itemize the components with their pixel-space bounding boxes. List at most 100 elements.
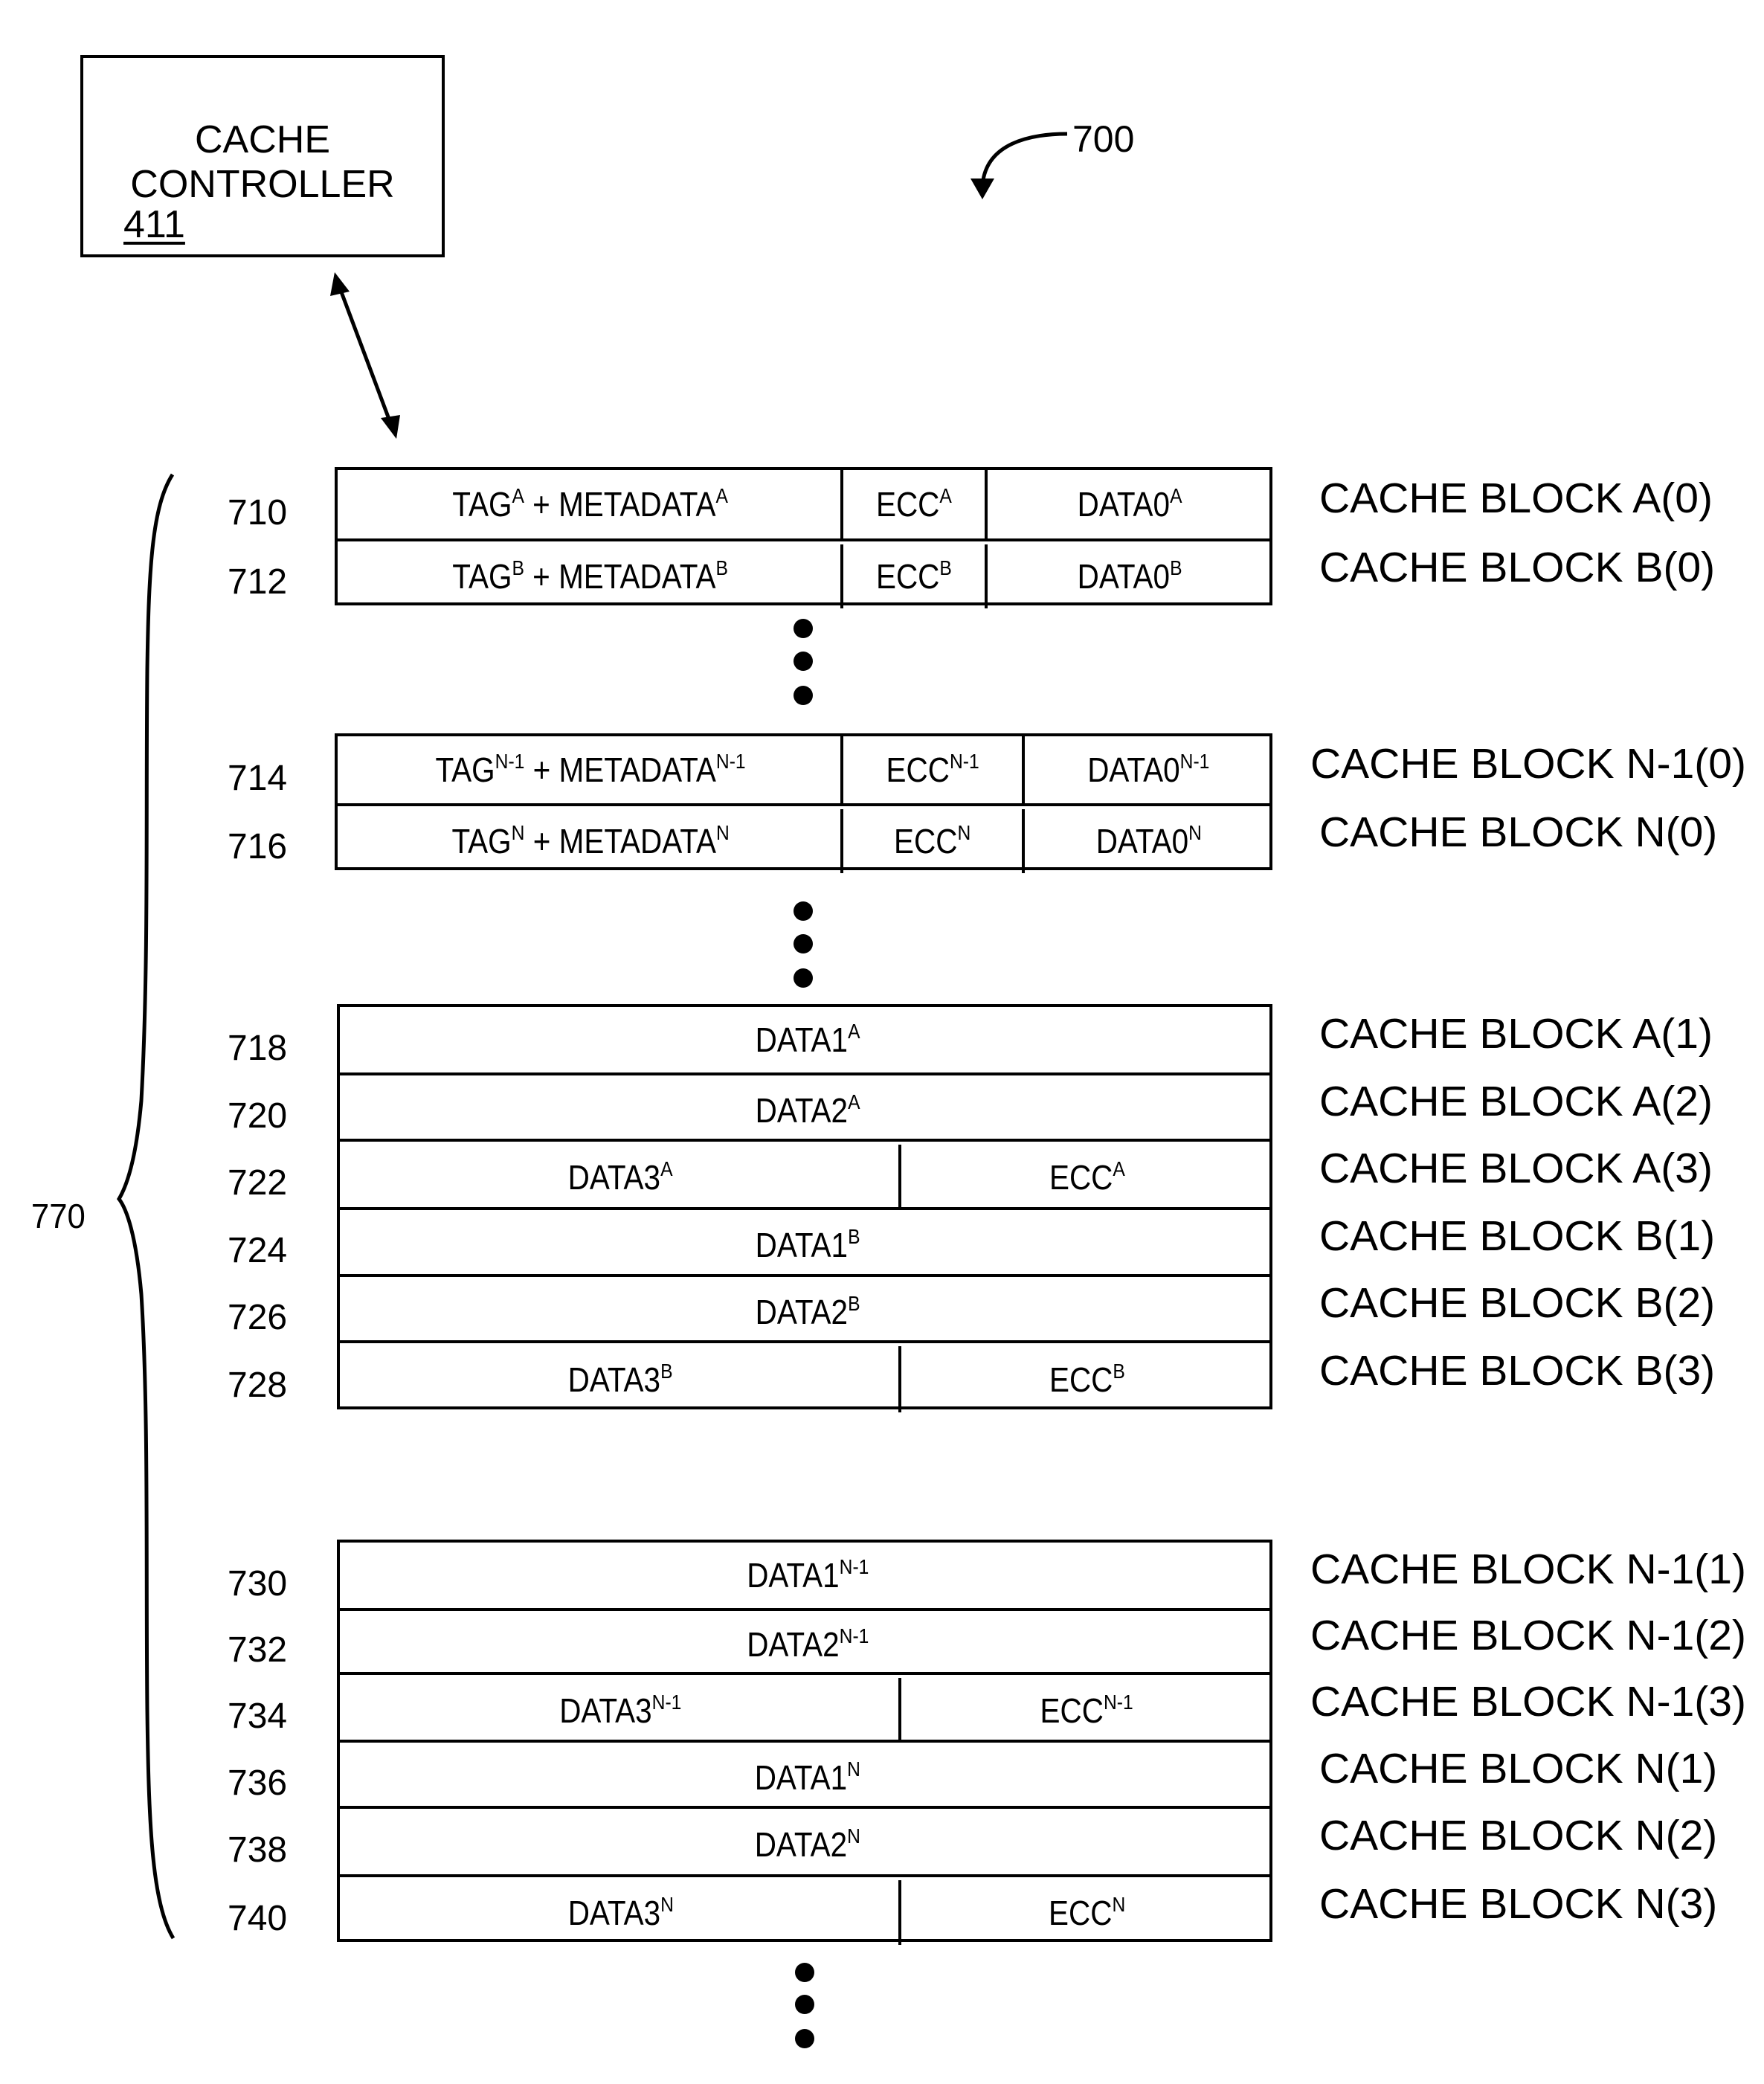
cell-text: DATA3A	[568, 1159, 673, 1195]
cell-text: DATA0N	[1095, 821, 1202, 861]
cache-block-cell: TAGB + METADATAB	[338, 544, 843, 608]
cache-block-cell: DATA3N	[340, 1880, 901, 1945]
cell-main-text: ECC	[1049, 1360, 1113, 1399]
cell-main-text: DATA1	[746, 1556, 840, 1595]
brace-770	[116, 473, 176, 1940]
cell-superscript: B	[715, 556, 729, 579]
row-ref-number: 712	[228, 562, 288, 602]
cache-block-table: DATA1N-1 DATA2N-1 DATA3N-1 ECCN-1 DATA1N DATA…	[337, 1540, 1275, 1945]
cell-main-text: DATA2	[755, 1090, 849, 1130]
cache-block-cell: ECCN	[898, 1880, 1272, 1945]
cell-main-text: + METADATA	[524, 557, 716, 596]
cache-block-cell: TAGN-1 + METADATAN-1	[338, 736, 843, 803]
cache-block-row: DATA3N ECCN	[340, 1874, 1272, 1945]
cell-main-text: DATA2	[755, 1292, 849, 1331]
cell-superscript: N	[660, 1892, 674, 1916]
row-ref-number: 740	[228, 1898, 288, 1938]
cell-main-text: ECC	[876, 485, 940, 524]
cell-text: ECCA	[1049, 1157, 1125, 1197]
cell-superscript: A	[512, 484, 525, 507]
cell-text: ECCN-1	[1040, 1690, 1134, 1730]
cell-superscript: A	[1170, 484, 1182, 507]
cache-block-table: TAGA + METADATAA ECCA DATA0A TAGB + METADAT…	[335, 467, 1272, 608]
cache-block-cell: DATA2N	[340, 1812, 1275, 1877]
cache-block-row: DATA2A	[340, 1072, 1269, 1139]
cache-block-label: CACHE BLOCK N(1)	[1319, 1744, 1718, 1792]
cache-block-label: CACHE BLOCK B(1)	[1319, 1212, 1716, 1260]
cache-block-label: CACHE BLOCK N(3)	[1319, 1879, 1718, 1928]
cell-main-text: ECC	[894, 822, 958, 861]
cell-superscript: A	[715, 484, 729, 507]
cache-block-label: CACHE BLOCK B(0)	[1319, 544, 1716, 591]
ellipsis-dot-icon	[795, 1963, 814, 1982]
cache-block-cell: DATA1B	[340, 1213, 1275, 1277]
cell-superscript: N-1	[1104, 1690, 1134, 1714]
cache-block-label: CACHE BLOCK B(3)	[1319, 1346, 1716, 1395]
cell-text: DATA1N	[754, 1757, 860, 1797]
row-ref-number: 720	[228, 1096, 288, 1136]
cache-block-row: DATA1N	[340, 1740, 1269, 1806]
row-ref-number: 734	[228, 1696, 288, 1736]
cell-superscript: N-1	[495, 750, 525, 773]
cell-main-text: DATA2	[746, 1625, 840, 1664]
cache-block-row: DATA3A ECCA	[340, 1139, 1272, 1210]
cell-superscript: A	[848, 1020, 860, 1043]
cell-superscript: B	[848, 1291, 860, 1315]
cell-text: DATA1B	[755, 1225, 860, 1264]
cache-block-cell: ECCN-1	[898, 1678, 1272, 1743]
cell-superscript: N-1	[839, 1555, 869, 1578]
cache-block-label: CACHE BLOCK B(2)	[1319, 1279, 1716, 1327]
cache-block-cell: DATA0N	[1022, 809, 1272, 873]
cache-block-row: DATA1N-1	[340, 1540, 1269, 1608]
row-ref-number: 710	[228, 493, 288, 533]
cache-block-label: CACHE BLOCK N-1(3)	[1310, 1677, 1746, 1726]
cache-block-cell: ECCN	[840, 809, 1022, 873]
cache-block-label: CACHE BLOCK A(3)	[1319, 1145, 1713, 1192]
cache-block-cell: ECCA	[898, 1145, 1272, 1210]
row-ref-number: 718	[228, 1029, 288, 1068]
cache-block-label: CACHE BLOCK N-1(1)	[1310, 1546, 1746, 1593]
cell-main-text: ECC	[1049, 1158, 1113, 1197]
cell-superscript: B	[1113, 1359, 1125, 1383]
cell-main-text: DATA1	[754, 1757, 848, 1797]
cell-text: DATA2N-1	[746, 1625, 869, 1664]
cell-text: ECCN	[894, 822, 970, 861]
cell-main-text: DATA0	[1095, 822, 1188, 861]
cell-text: TAGB + METADATAB	[452, 556, 729, 596]
cache-block-cell: ECCB	[898, 1346, 1272, 1412]
cache-block-row: DATA2B	[340, 1274, 1269, 1340]
cell-main-text: DATA3	[568, 1360, 661, 1399]
cell-text: DATA0B	[1078, 557, 1182, 596]
ellipsis-dot-icon	[795, 2029, 814, 2048]
row-ref-number: 724	[228, 1231, 288, 1270]
cell-superscript: A	[848, 1090, 860, 1113]
cell-text: ECCN	[1049, 1892, 1126, 1930]
cell-main-text: TAG	[452, 557, 512, 596]
cell-text: ECCN-1	[886, 750, 979, 788]
cell-superscript: B	[848, 1225, 860, 1248]
cell-main-text: + METADATA	[524, 485, 716, 524]
cell-main-text: DATA2	[754, 1825, 848, 1864]
cache-block-table: DATA1A DATA2A DATA3A ECCA DATA1B DATA2B DATA3B…	[337, 1004, 1275, 1412]
cache-block-row: TAGB + METADATAB ECCB DATA0B	[338, 538, 1269, 608]
cell-text: DATA2A	[755, 1090, 860, 1130]
cache-block-cell: ECCA	[840, 470, 985, 538]
cell-superscript: A	[1113, 1157, 1125, 1180]
cache-block-cell: TAGA + METADATAA	[338, 470, 843, 538]
cell-main-text: ECC	[1040, 1691, 1104, 1730]
row-ref-number: 738	[228, 1830, 288, 1870]
row-ref-number: 716	[228, 827, 288, 866]
cell-main-text: DATA0	[1078, 557, 1171, 596]
cell-text: DATA2N	[754, 1825, 860, 1864]
cell-text: DATA1N-1	[746, 1555, 869, 1595]
cell-superscript: N	[1112, 1892, 1126, 1916]
cache-block-cell: DATA1A	[340, 1007, 1275, 1072]
row-ref-number: 726	[228, 1297, 288, 1337]
cell-main-text: DATA1	[755, 1226, 849, 1264]
cell-text: DATA3N-1	[559, 1690, 682, 1728]
cell-superscript: N-1	[651, 1690, 682, 1714]
cache-block-row: DATA2N-1	[340, 1608, 1269, 1672]
cache-block-label: CACHE BLOCK A(2)	[1319, 1077, 1713, 1125]
cell-superscript: N	[1188, 821, 1202, 844]
cell-superscript: N-1	[949, 750, 979, 773]
